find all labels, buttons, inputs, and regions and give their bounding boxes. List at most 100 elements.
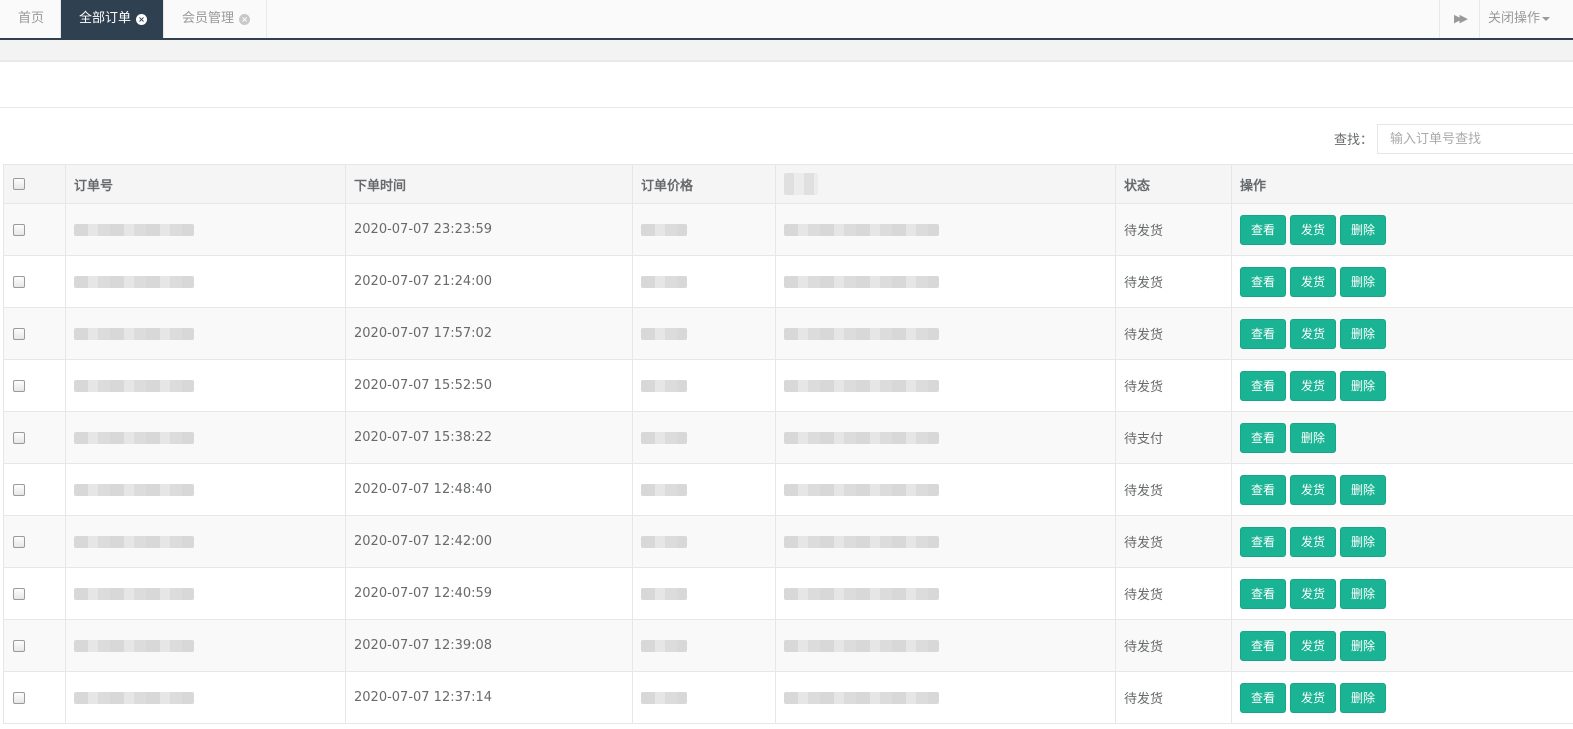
order-info-cell [775,307,1116,360]
redacted-order-number [74,379,194,392]
order-info-cell [775,619,1116,672]
header-order-time[interactable]: 下单时间 [345,164,633,204]
close-circle-icon[interactable]: × [136,13,148,25]
close-circle-icon[interactable]: × [239,13,251,25]
order-info-cell [775,203,1116,256]
order-info-cell [775,567,1116,620]
row-checkbox[interactable] [13,327,25,340]
order-price-cell [632,567,776,620]
order-number-cell [65,359,346,412]
order-time-cell: 2020-07-07 15:38:22 [345,411,633,464]
delete-button[interactable]: 删除 [1340,526,1387,557]
delete-button[interactable]: 删除 [1340,214,1387,245]
table-row: 2020-07-07 21:24:00 待发货 查看 发货 删除 [3,255,1573,308]
redacted-price [641,639,687,652]
ship-button[interactable]: 发货 [1290,266,1337,297]
search-label: 查找： [1334,133,1374,148]
view-button[interactable]: 查看 [1240,630,1287,661]
redacted-info [784,587,939,600]
redacted-price [641,431,687,444]
actions-cell: 查看 发货 删除 [1231,671,1573,724]
view-button[interactable]: 查看 [1240,370,1287,401]
ship-button[interactable]: 发货 [1290,630,1337,661]
orders-table: 订单号 下单时间 订单价格 状态 操作 2020-07-07 23:23:59 待… [3,164,1573,724]
order-number-cell [65,255,346,308]
view-button[interactable]: 查看 [1240,474,1287,505]
redacted-order-number [74,587,194,600]
row-checkbox[interactable] [13,639,25,652]
search-input[interactable] [1377,124,1573,154]
redacted-info [784,691,939,704]
delete-button[interactable]: 删除 [1340,630,1387,661]
redacted-price [641,483,687,496]
redacted-order-number [74,535,194,548]
status-cell: 待发货 [1115,619,1232,672]
tab-2[interactable]: 会员管理 × [164,0,268,38]
ship-button[interactable]: 发货 [1290,318,1337,349]
ship-button[interactable]: 发货 [1290,682,1337,713]
header-order-price[interactable]: 订单价格 [632,164,776,204]
row-checkbox[interactable] [13,535,25,548]
row-checkbox[interactable] [13,431,25,444]
ship-button[interactable]: 发货 [1290,578,1337,609]
redacted-order-number [74,327,194,340]
view-button[interactable]: 查看 [1240,318,1287,349]
double-chevron-right-icon: ▶▶ [1454,12,1468,25]
delete-button[interactable]: 删除 [1340,266,1387,297]
header-order-number[interactable]: 订单号 [65,164,346,204]
delete-button[interactable]: 删除 [1340,474,1387,505]
row-checkbox[interactable] [13,691,25,704]
ship-button[interactable]: 发货 [1290,474,1337,505]
view-button[interactable]: 查看 [1240,578,1287,609]
view-button[interactable]: 查看 [1240,422,1287,453]
order-price-cell [632,671,776,724]
order-time-cell: 2020-07-07 15:52:50 [345,359,633,412]
table-row: 2020-07-07 15:38:22 待支付 查看 删除 [3,411,1573,464]
tab-label: 全部订单 [79,11,132,26]
delete-button[interactable]: 删除 [1290,422,1337,453]
view-button[interactable]: 查看 [1240,266,1287,297]
table-header-row: 订单号 下单时间 订单价格 状态 操作 [3,164,1573,204]
row-select-cell [3,411,66,464]
row-checkbox[interactable] [13,587,25,600]
status-cell: 待发货 [1115,307,1232,360]
divider [0,107,1573,108]
delete-button[interactable]: 删除 [1340,682,1387,713]
close-operations-dropdown[interactable]: 关闭操作 [1479,0,1573,38]
header-status[interactable]: 状态 [1115,164,1232,204]
redacted-info [784,639,939,652]
order-time-cell: 2020-07-07 12:48:40 [345,463,633,516]
actions-cell: 查看 发货 删除 [1231,515,1573,568]
row-checkbox[interactable] [13,275,25,288]
actions-cell: 查看 发货 删除 [1231,619,1573,672]
ship-button[interactable]: 发货 [1290,370,1337,401]
redacted-order-number [74,275,194,288]
order-time-cell: 2020-07-07 12:39:08 [345,619,633,672]
table-row: 2020-07-07 15:52:50 待发货 查看 发货 删除 [3,359,1573,412]
delete-button[interactable]: 删除 [1340,370,1387,401]
row-actions: 查看 发货 删除 [1240,214,1570,245]
delete-button[interactable]: 删除 [1340,318,1387,349]
ship-button[interactable]: 发货 [1290,526,1337,557]
delete-button[interactable]: 删除 [1340,578,1387,609]
row-checkbox[interactable] [13,379,25,392]
table-row: 2020-07-07 12:39:08 待发货 查看 发货 删除 [3,619,1573,672]
ship-button[interactable]: 发货 [1290,214,1337,245]
order-info-cell [775,515,1116,568]
row-select-cell [3,567,66,620]
row-checkbox[interactable] [13,223,25,236]
tab-1[interactable]: 全部订单 × [61,0,165,38]
redacted-price [641,275,687,288]
order-time-cell: 2020-07-07 12:37:14 [345,671,633,724]
view-button[interactable]: 查看 [1240,526,1287,557]
view-button[interactable]: 查看 [1240,214,1287,245]
tab-scroll-forward-button[interactable]: ▶▶ [1439,0,1479,38]
redacted-price [641,223,687,236]
tab-bar: 首页 全部订单 × 会员管理 × ▶▶ 关闭操作 [0,0,1573,40]
tab-0[interactable]: 首页 [0,0,62,38]
status-cell: 待发货 [1115,203,1232,256]
view-button[interactable]: 查看 [1240,682,1287,713]
order-time-cell: 2020-07-07 12:40:59 [345,567,633,620]
select-all-checkbox[interactable] [13,178,25,190]
row-checkbox[interactable] [13,483,25,496]
